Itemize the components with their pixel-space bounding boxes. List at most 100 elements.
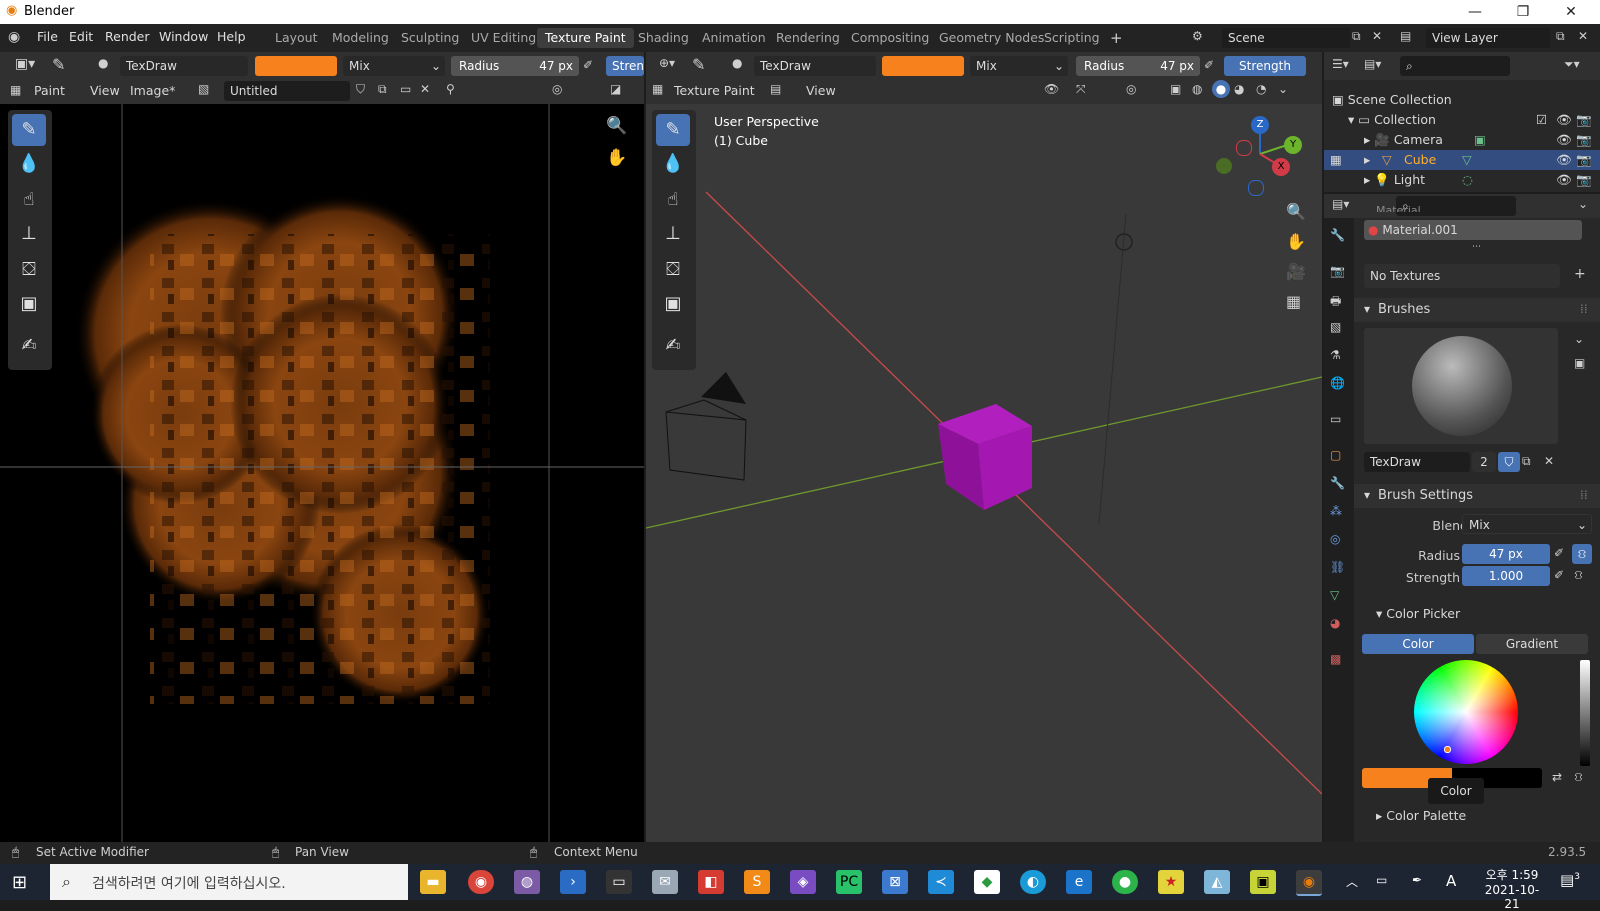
rendered-shading-icon[interactable]: ◔ <box>1256 82 1266 96</box>
app-icon-6[interactable]: ✉ <box>652 870 678 894</box>
edge-icon[interactable]: ◐ <box>1020 870 1046 894</box>
pressure-radius-toggle-icon[interactable]: ✐ <box>1554 546 1564 560</box>
color-jitter-icon[interactable]: ⛻ <box>1574 770 1583 786</box>
app-icon-16[interactable]: ● <box>1112 870 1138 894</box>
taskbar-search-box[interactable]: ⌕ 검색하려면 여기에 입력하십시오. <box>50 864 408 900</box>
material-shading-icon[interactable]: ◕ <box>1234 82 1244 96</box>
viewport-draw-tool-icon[interactable]: ✎ <box>656 114 690 146</box>
viewport-mask-icon[interactable]: ▤ <box>770 82 781 96</box>
gizmo-neg-y[interactable] <box>1216 158 1232 174</box>
outliner-search-input[interactable]: ⌕ <box>1400 56 1510 76</box>
scene-selector-icon[interactable]: ⚙ <box>1192 29 1203 43</box>
outliner-collection[interactable]: ▾ ▭ Collection ☑ 👁 📷 <box>1348 110 1600 130</box>
data-tab-icon[interactable]: ▽ <box>1330 588 1339 602</box>
eye-icon[interactable]: 👁 <box>1556 150 1572 170</box>
unlink-brush-icon[interactable]: ✕ <box>1544 454 1554 468</box>
strength-slider[interactable]: Stren <box>606 56 644 76</box>
tab-uv-editing[interactable]: UV Editing <box>463 28 544 48</box>
visibility-icon[interactable]: 👁 <box>1044 82 1059 96</box>
ortho-toggle-icon[interactable]: ▦ <box>1286 292 1301 311</box>
new-scene-icon[interactable]: ⧉ <box>1352 29 1361 44</box>
network-app-icon[interactable]: ⊠ <box>882 870 908 894</box>
ime-indicator[interactable]: A <box>1446 872 1456 890</box>
maximize-button[interactable]: ❐ <box>1500 2 1546 22</box>
unlink-image-icon[interactable]: ✕ <box>420 82 430 96</box>
menu-render[interactable]: Render <box>105 29 150 44</box>
brush-color-swatch[interactable] <box>255 56 337 76</box>
camera-render-icon[interactable]: 📷 <box>1576 130 1592 150</box>
tab-rendering[interactable]: Rendering <box>768 28 848 48</box>
viewport-soften-tool-icon[interactable]: 💧 <box>656 148 690 180</box>
tool-tab-icon[interactable]: 🔧 <box>1330 228 1345 242</box>
app-icon-13[interactable]: ◆ <box>974 870 1000 894</box>
output-tab-icon[interactable]: 🖶 <box>1330 292 1341 313</box>
swap-colors-icon[interactable]: ⇄ <box>1552 770 1562 784</box>
view-layer-icon[interactable]: ▤ <box>1400 29 1411 43</box>
tab-layout[interactable]: Layout <box>267 28 326 48</box>
tab-shading[interactable]: Shading <box>630 28 697 48</box>
tab-scripting[interactable]: Scripting <box>1036 28 1108 48</box>
app-icon-19[interactable]: ▣ <box>1250 870 1276 894</box>
soften-tool-icon[interactable]: 💧 <box>12 148 46 180</box>
camera-render-icon[interactable]: 📷 <box>1576 110 1592 130</box>
sublime-text-icon[interactable]: S <box>744 870 770 894</box>
viewport-strength-slider[interactable]: Strength <box>1224 56 1306 76</box>
new-image-icon[interactable]: ⧉ <box>378 82 387 97</box>
brush-icon-settings-icon[interactable]: ▣ <box>1574 356 1585 370</box>
zoom-icon[interactable]: 🔍 <box>606 116 627 136</box>
gizmo-neg-x[interactable] <box>1236 140 1252 156</box>
blend-dropdown[interactable]: Mix ⌄ <box>1462 514 1592 534</box>
properties-options-icon[interactable]: ⌄ <box>1578 197 1588 211</box>
editor-type-icon[interactable]: ▣▾ <box>10 56 40 72</box>
scene-tab-icon[interactable]: ⚗ <box>1330 348 1341 362</box>
vscode-icon[interactable]: ≺ <box>928 870 954 894</box>
new-view-layer-icon[interactable]: ⧉ <box>1556 29 1565 44</box>
powershell-icon[interactable]: › <box>560 870 586 894</box>
menu-help[interactable]: Help <box>217 29 246 44</box>
tab-sculpting[interactable]: Sculpting <box>393 28 467 48</box>
blender-menu-icon[interactable]: ◉ <box>8 29 20 45</box>
outliner-editor-type-icon[interactable]: ☰▾ <box>1332 57 1349 71</box>
tab-animation[interactable]: Animation <box>694 28 774 48</box>
mask-tool-icon[interactable]: ▣ <box>12 288 46 320</box>
wireframe-shading-icon[interactable]: ◍ <box>1192 82 1202 96</box>
outliner-scene-collection[interactable]: ▣ Scene Collection <box>1332 90 1600 110</box>
material-tab-icon[interactable]: ◕ <box>1330 616 1340 630</box>
view-menu[interactable]: View <box>90 83 120 98</box>
app-icon-7[interactable]: ◧ <box>698 870 724 894</box>
viewport-brush-preview-icon[interactable]: ● <box>732 56 742 70</box>
constraints-tab-icon[interactable]: ⛓ <box>1330 560 1345 574</box>
windows-start-icon[interactable]: ⊞ <box>12 872 27 893</box>
close-button[interactable]: ✕ <box>1548 2 1594 22</box>
delete-scene-icon[interactable]: ✕ <box>1372 29 1382 43</box>
clone-tool-icon[interactable]: ⊥ <box>12 218 46 250</box>
radius-slider[interactable]: Radius 47 px <box>451 56 579 76</box>
brush-preview-icon[interactable]: ● <box>98 56 108 70</box>
radius-field[interactable]: 47 px <box>1462 544 1550 564</box>
eye-icon[interactable]: 👁 <box>1556 130 1572 150</box>
pycharm-icon[interactable]: PC <box>836 870 862 894</box>
viewport-clone-tool-icon[interactable]: ⊥ <box>656 218 690 250</box>
minimize-button[interactable]: — <box>1452 2 1498 22</box>
fake-user-shield-icon[interactable]: ⛉ <box>1498 452 1520 472</box>
viewport-brush-tool-icon[interactable]: ✎ <box>692 55 705 74</box>
chrome-icon[interactable]: ◉ <box>468 870 494 894</box>
pin-icon[interactable]: ⚲ <box>446 82 455 96</box>
tab-modeling[interactable]: Modeling <box>324 28 397 48</box>
image-name-field[interactable]: Untitled <box>224 81 350 101</box>
gizmo-toggle-icon[interactable]: ⤧ <box>1076 82 1086 97</box>
shading-options-icon[interactable]: ⌄ <box>1278 82 1288 96</box>
viewport-mask-tool-icon[interactable]: ▣ <box>656 288 690 320</box>
viewport-view-menu[interactable]: View <box>806 83 836 98</box>
pan-hand-icon[interactable]: ✋ <box>606 148 627 168</box>
view-layer-tab-icon[interactable]: ▧ <box>1330 320 1341 334</box>
outliner-item-light[interactable]: ▸ 💡 Light ◌ 👁 📷 <box>1364 170 1600 190</box>
viewport-brush-name-field[interactable]: TexDraw <box>754 56 876 76</box>
fill-tool-icon[interactable]: ⛋ <box>12 254 46 286</box>
value-slider[interactable] <box>1580 660 1590 766</box>
viewport-pressure-icon[interactable]: ✐ <box>1204 58 1214 72</box>
fake-user-icon[interactable]: ⛉ <box>356 82 365 97</box>
annotate-tool-icon[interactable]: ✍ <box>12 330 46 362</box>
app-icon-17[interactable]: ★ <box>1158 870 1184 894</box>
image-browse-icon[interactable]: ▧ <box>198 82 209 96</box>
